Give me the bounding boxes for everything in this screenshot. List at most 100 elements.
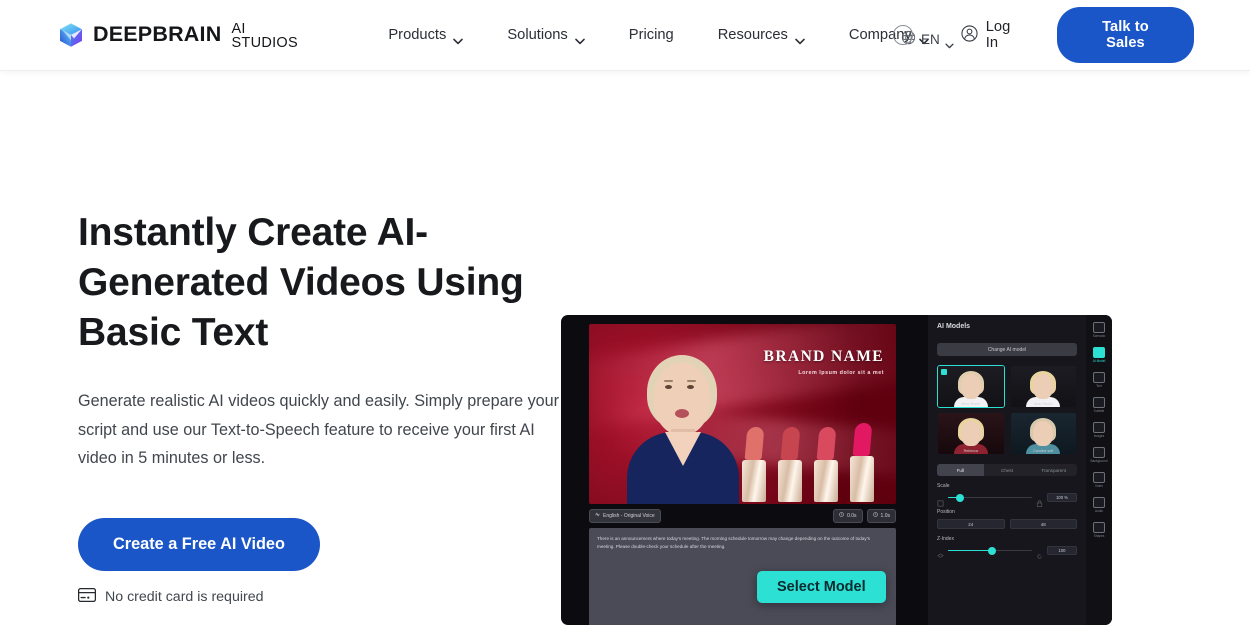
subtitle-icon: [1093, 397, 1105, 408]
model-card[interactable]: Caroline soft: [1010, 412, 1078, 455]
model-card[interactable]: Jenn Studio: [1010, 365, 1078, 408]
text-icon: [1093, 372, 1105, 383]
position-x-input[interactable]: 24: [937, 519, 1005, 529]
rail-item-ai-model[interactable]: AI Model: [1088, 345, 1110, 365]
rail-item-subtitle[interactable]: Subtitle: [1088, 395, 1110, 415]
model-grid: Mina Studio Jenn Studio Rebecca Caroline…: [937, 365, 1077, 455]
zindex-slider[interactable]: [948, 546, 1032, 555]
background-icon: [1093, 447, 1105, 458]
scenario-icon: [1093, 322, 1105, 333]
rail-item-video[interactable]: Video: [1088, 470, 1110, 490]
position-row: 24 48: [937, 519, 1077, 529]
hero-section: Instantly Create AI-Generated Videos Usi…: [0, 71, 1250, 630]
rail-item-text[interactable]: Text: [1088, 370, 1110, 390]
editor-tool-rail: Scenario AI Model Text Subtitle Images B…: [1086, 315, 1112, 625]
rail-item-images[interactable]: Images: [1088, 420, 1110, 440]
brand-subtitle: AI STUDIOS: [231, 20, 298, 51]
total-duration-chip[interactable]: 1.0s: [866, 508, 896, 523]
main-navigation: Products Solutions Pricing Resources Com…: [374, 19, 950, 51]
duration-label: 0.0s: [847, 512, 857, 519]
chevron-down-icon: [574, 33, 585, 44]
segment-full[interactable]: Full: [937, 464, 984, 476]
clock-icon: [839, 512, 844, 519]
language-voice-chip[interactable]: English - Original Voice: [589, 508, 661, 523]
language-label: EN: [921, 31, 940, 47]
clock-icon: [872, 512, 878, 519]
app-mockup: BRAND NAME Lorem Ipsum dolor sit a met E…: [561, 315, 1112, 625]
create-free-ai-video-button[interactable]: Create a Free AI Video: [78, 517, 320, 571]
chevron-down-icon: [945, 37, 955, 48]
brand-logo-link[interactable]: DEEPBRAIN AI STUDIOS: [58, 21, 312, 50]
audio-icon: [1093, 497, 1105, 508]
ai-model-icon: [1093, 347, 1105, 358]
change-ai-model-button[interactable]: Change AI model: [937, 343, 1077, 356]
credit-card-icon: [77, 587, 97, 606]
rail-item-audio[interactable]: Audio: [1088, 495, 1110, 515]
total-duration-label: 1.0s: [880, 512, 890, 519]
ai-models-panel: AI Models Change AI model Mina Studio Je…: [928, 315, 1086, 625]
scale-icon: [937, 494, 944, 507]
zindex-label: Z-Index: [937, 536, 954, 542]
globe-icon: [901, 30, 916, 48]
rail-label: Video: [1094, 484, 1104, 488]
model-name: Caroline soft: [1033, 449, 1054, 453]
language-selector[interactable]: EN: [893, 24, 963, 54]
select-model-button[interactable]: Select Model: [757, 571, 886, 603]
model-name: Rebecca: [963, 449, 978, 453]
page-title: Instantly Create AI-Generated Videos Usi…: [78, 211, 524, 354]
model-card[interactable]: Mina Studio: [937, 365, 1005, 408]
nav-label: Resources: [717, 27, 788, 43]
nav-label: Pricing: [628, 27, 674, 43]
model-name: Jenn Studio: [1033, 402, 1053, 406]
brand-name-overlay: BRAND NAME Lorem Ipsum dolor sit a met: [764, 348, 884, 376]
scale-value[interactable]: 100 %: [1047, 493, 1077, 502]
rail-label: Shapes: [1093, 534, 1105, 538]
ai-presenter-avatar: [621, 349, 749, 504]
site-header: DEEPBRAIN AI STUDIOS Products Solutions …: [0, 0, 1250, 71]
hero-media: BRAND NAME Lorem Ipsum dolor sit a met E…: [560, 71, 1250, 630]
shapes-icon: [1093, 522, 1105, 533]
duration-chip[interactable]: 0.0s: [833, 508, 863, 523]
toolbar-right-group: 0.0s 1.0s: [833, 508, 896, 523]
nav-item-solutions[interactable]: Solutions: [485, 19, 606, 51]
chevron-down-icon: [453, 33, 464, 44]
segment-chest[interactable]: Chest: [984, 464, 1031, 476]
position-y-input[interactable]: 48: [1009, 519, 1077, 529]
hero-content: Instantly Create AI-Generated Videos Usi…: [0, 71, 560, 630]
script-text: There is an announcement where today's m…: [597, 536, 870, 549]
rail-label: Background: [1090, 459, 1108, 463]
rail-label: Images: [1093, 434, 1105, 438]
nav-item-pricing[interactable]: Pricing: [607, 19, 696, 51]
reset-icon[interactable]: [1036, 547, 1043, 559]
layers-icon: [937, 547, 944, 558]
model-name: Mina Studio: [961, 402, 981, 406]
segment-transparent[interactable]: Transparent: [1030, 464, 1077, 476]
lipstick-product-graphic: [738, 410, 888, 502]
video-icon: [1093, 472, 1105, 483]
video-brand-subtitle: Lorem Ipsum dolor sit a met: [798, 370, 884, 376]
selected-check-icon: [941, 369, 947, 375]
scale-slider-row: 100 %: [937, 493, 1077, 507]
model-card[interactable]: Rebecca: [937, 412, 1005, 455]
framing-segment-control: Full Chest Transparent: [937, 464, 1077, 476]
panel-title: AI Models: [937, 323, 971, 330]
header-actions: Log In Talk to Sales: [951, 7, 1194, 63]
login-button[interactable]: Log In: [951, 11, 1035, 59]
rail-item-scenario[interactable]: Scenario: [1088, 320, 1110, 340]
rail-item-background[interactable]: Background: [1088, 445, 1110, 465]
lock-icon[interactable]: [1036, 494, 1043, 507]
talk-to-sales-button[interactable]: Talk to Sales: [1056, 7, 1194, 63]
user-circle-icon: [961, 24, 978, 46]
scale-slider[interactable]: [948, 493, 1032, 502]
rail-label: Audio: [1094, 509, 1104, 513]
nav-item-resources[interactable]: Resources: [696, 19, 827, 51]
rail-label: Text: [1096, 384, 1102, 388]
note-label: No credit card is required: [105, 588, 264, 605]
nav-item-products[interactable]: Products: [374, 19, 485, 51]
zindex-value[interactable]: 100: [1047, 546, 1077, 555]
video-preview-canvas[interactable]: BRAND NAME Lorem Ipsum dolor sit a met: [589, 324, 896, 504]
language-voice-label: English - Original Voice: [603, 512, 655, 519]
rail-item-shapes[interactable]: Shapes: [1088, 520, 1110, 540]
brand-name: DEEPBRAIN: [93, 22, 222, 47]
rail-label: Scenario: [1092, 334, 1106, 338]
